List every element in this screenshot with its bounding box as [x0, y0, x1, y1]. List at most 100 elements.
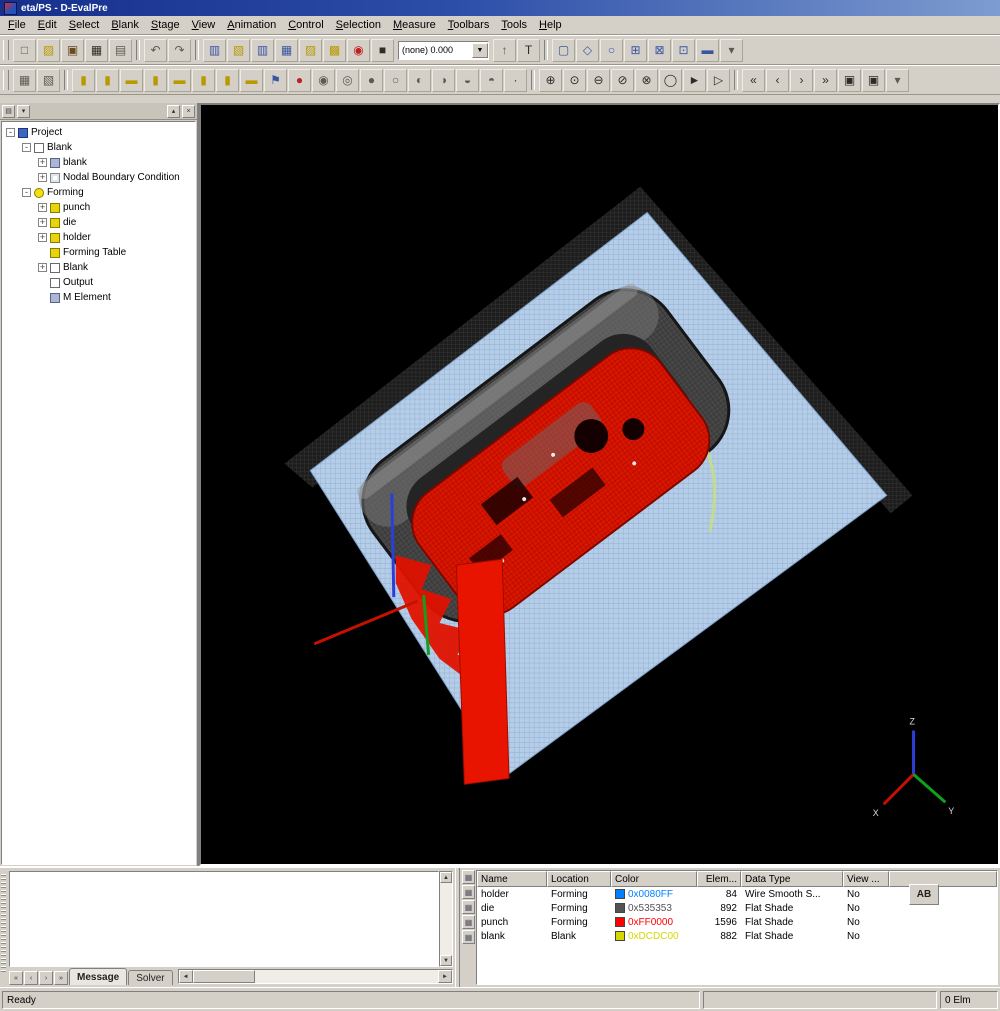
toolbar-icon[interactable]: ‹ [766, 69, 789, 92]
tree-item[interactable]: Forming Table [2, 245, 195, 260]
tree-item-icon[interactable] [50, 203, 60, 213]
expand-toggle-icon[interactable]: - [22, 188, 31, 197]
tree-item[interactable]: + Nodal Boundary Condition [2, 170, 195, 185]
tree-item-icon[interactable] [18, 128, 28, 138]
menu-item[interactable]: Help [533, 18, 568, 32]
toolbar-icon[interactable]: T [517, 39, 540, 62]
column-header-location[interactable]: Location [547, 871, 611, 887]
toolbar-icon[interactable]: ◓ [480, 69, 503, 92]
toolbar-icon[interactable]: ▢ [552, 39, 575, 62]
toolbar-icon[interactable]: ▬ [120, 69, 143, 92]
toolbar-icon[interactable]: ▨ [37, 39, 60, 62]
toolbar-grip[interactable] [3, 70, 9, 90]
toolbar-icon[interactable]: ◒ [456, 69, 479, 92]
message-output[interactable] [9, 871, 439, 967]
toolbar-icon[interactable]: ▾ [886, 69, 909, 92]
toolbar-icon[interactable]: ▮ [216, 69, 239, 92]
toolbar-icon[interactable]: ↷ [168, 39, 191, 62]
toolbar-icon[interactable]: ▮ [144, 69, 167, 92]
row-selector-icon[interactable]: ▦ [462, 870, 475, 884]
tree-panel-button[interactable]: ▾ [17, 105, 30, 118]
scroll-up-icon[interactable]: ▲ [440, 872, 452, 883]
toolbar-icon[interactable] [195, 40, 199, 60]
menu-item[interactable]: File [2, 18, 32, 32]
toolbar-icon[interactable]: ▬ [168, 69, 191, 92]
close-icon[interactable]: × [182, 105, 195, 118]
toolbar-icon[interactable] [544, 40, 548, 60]
toolbar-icon[interactable]: ▾ [720, 39, 743, 62]
current-value-combobox[interactable]: (none) 0.000 ▼ [398, 41, 489, 60]
message-vertical-scrollbar[interactable]: ▲ ▼ [439, 871, 453, 967]
scroll-down-icon[interactable]: ▼ [440, 955, 452, 966]
toolbar-icon[interactable]: ▮ [96, 69, 119, 92]
blank-flange-strip[interactable] [456, 559, 509, 784]
column-header-elem[interactable]: Elem... [697, 871, 741, 887]
tree-item[interactable]: + punch [2, 200, 195, 215]
toolbar-icon[interactable]: ▬ [696, 39, 719, 62]
expand-toggle-icon[interactable] [38, 293, 47, 302]
toolbar-icon[interactable]: ↶ [144, 39, 167, 62]
tree-item-icon[interactable] [50, 173, 60, 183]
pin-icon[interactable]: ▴ [167, 105, 180, 118]
toolbar-icon[interactable]: ▣ [61, 39, 84, 62]
tab-solver[interactable]: Solver [128, 970, 172, 985]
table-row[interactable]: blank Blank 0xDCDC00 882 Flat Shade No [477, 929, 997, 943]
toolbar-icon[interactable]: ○ [600, 39, 623, 62]
expand-toggle-icon[interactable]: + [38, 218, 47, 227]
menu-item[interactable]: Blank [105, 18, 145, 32]
tree-item-icon[interactable] [50, 233, 60, 243]
toolbar-icon[interactable]: ▦ [85, 39, 108, 62]
tab-message[interactable]: Message [69, 968, 127, 985]
toolbar-icon[interactable]: ◐ [408, 69, 431, 92]
viewport-3d[interactable]: Z X Y [199, 103, 1000, 866]
toolbar-icon[interactable]: ▧ [227, 39, 250, 62]
toolbar-icon[interactable]: ○ [384, 69, 407, 92]
tree-item[interactable]: - Forming [2, 185, 195, 200]
tree-item-icon[interactable] [50, 248, 60, 258]
toolbar-icon[interactable]: ◉ [312, 69, 335, 92]
table-row[interactable]: punch Forming 0xFF0000 1596 Flat Shade N… [477, 915, 997, 929]
toolbar-icon[interactable]: ⚑ [264, 69, 287, 92]
toolbar-icon[interactable]: ⊙ [563, 69, 586, 92]
tree-item[interactable]: + Blank [2, 260, 195, 275]
tree-item-icon[interactable] [50, 218, 60, 228]
menu-item[interactable]: Edit [32, 18, 63, 32]
expand-toggle-icon[interactable]: - [22, 143, 31, 152]
tree-item-icon[interactable] [34, 143, 44, 153]
toolbar-icon[interactable]: ▦ [13, 69, 36, 92]
toolbar-icon[interactable]: ▮ [72, 69, 95, 92]
expand-toggle-icon[interactable] [38, 248, 47, 257]
menu-item[interactable]: Stage [145, 18, 186, 32]
tab-scroll-button[interactable]: › [39, 971, 53, 985]
toolbar-icon[interactable]: ■ [371, 39, 394, 62]
row-selector-icon[interactable]: ▦ [462, 930, 475, 944]
toolbar-icon[interactable]: ⊡ [672, 39, 695, 62]
toolbar-icon[interactable]: › [790, 69, 813, 92]
toolbar-icon[interactable] [531, 70, 535, 90]
column-header-color[interactable]: Color [611, 871, 697, 887]
tree-item[interactable]: - Blank [2, 140, 195, 155]
toolbar-icon[interactable]: ◑ [432, 69, 455, 92]
menu-item[interactable]: Selection [330, 18, 387, 32]
menu-item[interactable]: Measure [387, 18, 442, 32]
toolbar-icon[interactable]: ⊠ [648, 39, 671, 62]
toolbar-grip[interactable] [3, 40, 9, 60]
toolbar-icon[interactable]: » [814, 69, 837, 92]
expand-toggle-icon[interactable]: + [38, 263, 47, 272]
chevron-down-icon[interactable]: ▼ [472, 43, 488, 58]
expand-toggle-icon[interactable]: - [6, 128, 15, 137]
ab-tool-button[interactable]: AB [909, 884, 939, 905]
menu-item[interactable]: Tools [495, 18, 533, 32]
toolbar-icon[interactable]: ◎ [336, 69, 359, 92]
menu-item[interactable]: Toolbars [442, 18, 496, 32]
tree-item[interactable]: Output [2, 275, 195, 290]
toolbar-icon[interactable]: ▥ [251, 39, 274, 62]
menu-item[interactable]: Animation [221, 18, 282, 32]
menu-item[interactable]: Control [282, 18, 329, 32]
expand-toggle-icon[interactable]: + [38, 233, 47, 242]
toolbar-icon[interactable]: ● [288, 69, 311, 92]
toolbar-icon[interactable]: ▣ [862, 69, 885, 92]
column-header-view[interactable]: View ... [843, 871, 889, 887]
toolbar-icon[interactable]: ► [683, 69, 706, 92]
panel-drag-grip[interactable] [1, 874, 6, 974]
